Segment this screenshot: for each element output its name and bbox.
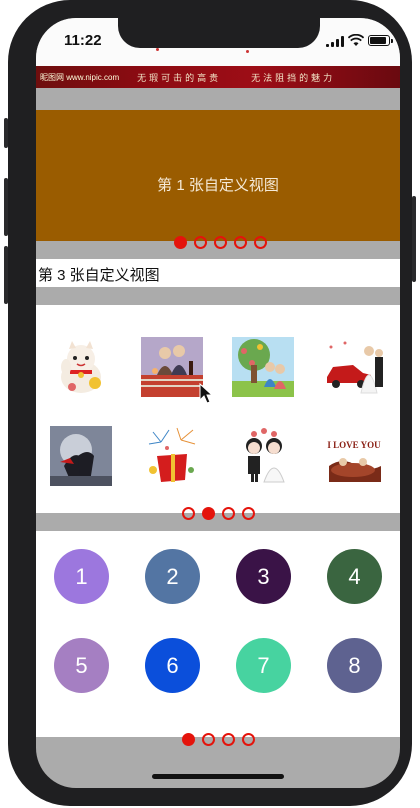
number-button-carousel[interactable]: 1 2 3 4 5 6 7 8 [36, 531, 400, 746]
top-ad-banner[interactable]: 昵图网 www.nipic.com 无瑕可击的高贵 无法阻挡的魅力 [36, 66, 400, 88]
i-love-you-image[interactable]: I LOVE YOU [323, 426, 385, 486]
page-dot-2[interactable] [202, 733, 215, 746]
custom-view-carousel[interactable]: 第 1 张自定义视图 [36, 110, 400, 249]
banner-logo: 昵图网 www.nipic.com [40, 72, 120, 82]
number-button-6[interactable]: 6 [145, 638, 200, 693]
text-view-caption: 第 3 张自定义视图 [38, 267, 160, 284]
page-dot-4[interactable] [234, 236, 247, 249]
mute-switch [4, 118, 8, 148]
wifi-icon [348, 34, 364, 46]
number-button-3[interactable]: 3 [236, 549, 291, 604]
i-love-you-text: I LOVE YOU [327, 440, 381, 450]
home-indicator[interactable] [152, 774, 284, 779]
banner-slogan-right: 无法阻挡的魅力 [251, 72, 336, 83]
page-dot-1[interactable] [182, 733, 195, 746]
power-button [412, 196, 416, 282]
page-dot-1[interactable] [174, 236, 187, 249]
page-dot-1[interactable] [182, 507, 195, 520]
number-button-5[interactable]: 5 [54, 638, 109, 693]
page-dot-3[interactable] [222, 733, 235, 746]
carousel-page-control[interactable] [174, 236, 267, 249]
cellular-signal-icon [326, 36, 344, 47]
couple-tree-image[interactable] [232, 337, 294, 397]
image-grid-page-control[interactable] [182, 507, 255, 520]
silhouette-kiss-image[interactable] [50, 426, 112, 486]
image-grid-carousel[interactable]: I LOVE YOU [36, 305, 400, 520]
volume-up-button [4, 178, 8, 236]
number-button-7[interactable]: 7 [236, 638, 291, 693]
number-button-4[interactable]: 4 [327, 549, 382, 604]
carousel-page-caption: 第 1 张自定义视图 [157, 177, 279, 194]
number-button-page-control[interactable] [182, 733, 255, 746]
page-dot-5[interactable] [254, 236, 267, 249]
mouse-cursor-icon [199, 383, 213, 404]
app-screen: 11:22 昵图网 www.nipic.com 无瑕可击的高贵 无法阻挡的魅力 … [36, 18, 400, 788]
battery-icon [368, 35, 393, 46]
lucky-cat-image[interactable] [50, 337, 112, 397]
banner-slogan-left: 无瑕可击的高贵 [137, 72, 222, 83]
status-time: 11:22 [64, 32, 102, 49]
number-button-8[interactable]: 8 [327, 638, 382, 693]
page-dot-2[interactable] [194, 236, 207, 249]
wedding-car-image[interactable] [323, 337, 385, 397]
gift-fireworks-image[interactable] [141, 426, 203, 486]
notch [118, 18, 320, 48]
number-button-1[interactable]: 1 [54, 549, 109, 604]
page-dot-3[interactable] [214, 236, 227, 249]
page-dot-4[interactable] [242, 733, 255, 746]
page-dot-3[interactable] [222, 507, 235, 520]
cartoon-wedding-image[interactable] [232, 426, 294, 486]
couple-dinner-image[interactable] [141, 337, 203, 397]
number-button-2[interactable]: 2 [145, 549, 200, 604]
text-view-carousel[interactable]: 第 3 张自定义视图 [36, 259, 400, 287]
page-dot-4[interactable] [242, 507, 255, 520]
volume-down-button [4, 246, 8, 304]
page-dot-2[interactable] [202, 507, 215, 520]
